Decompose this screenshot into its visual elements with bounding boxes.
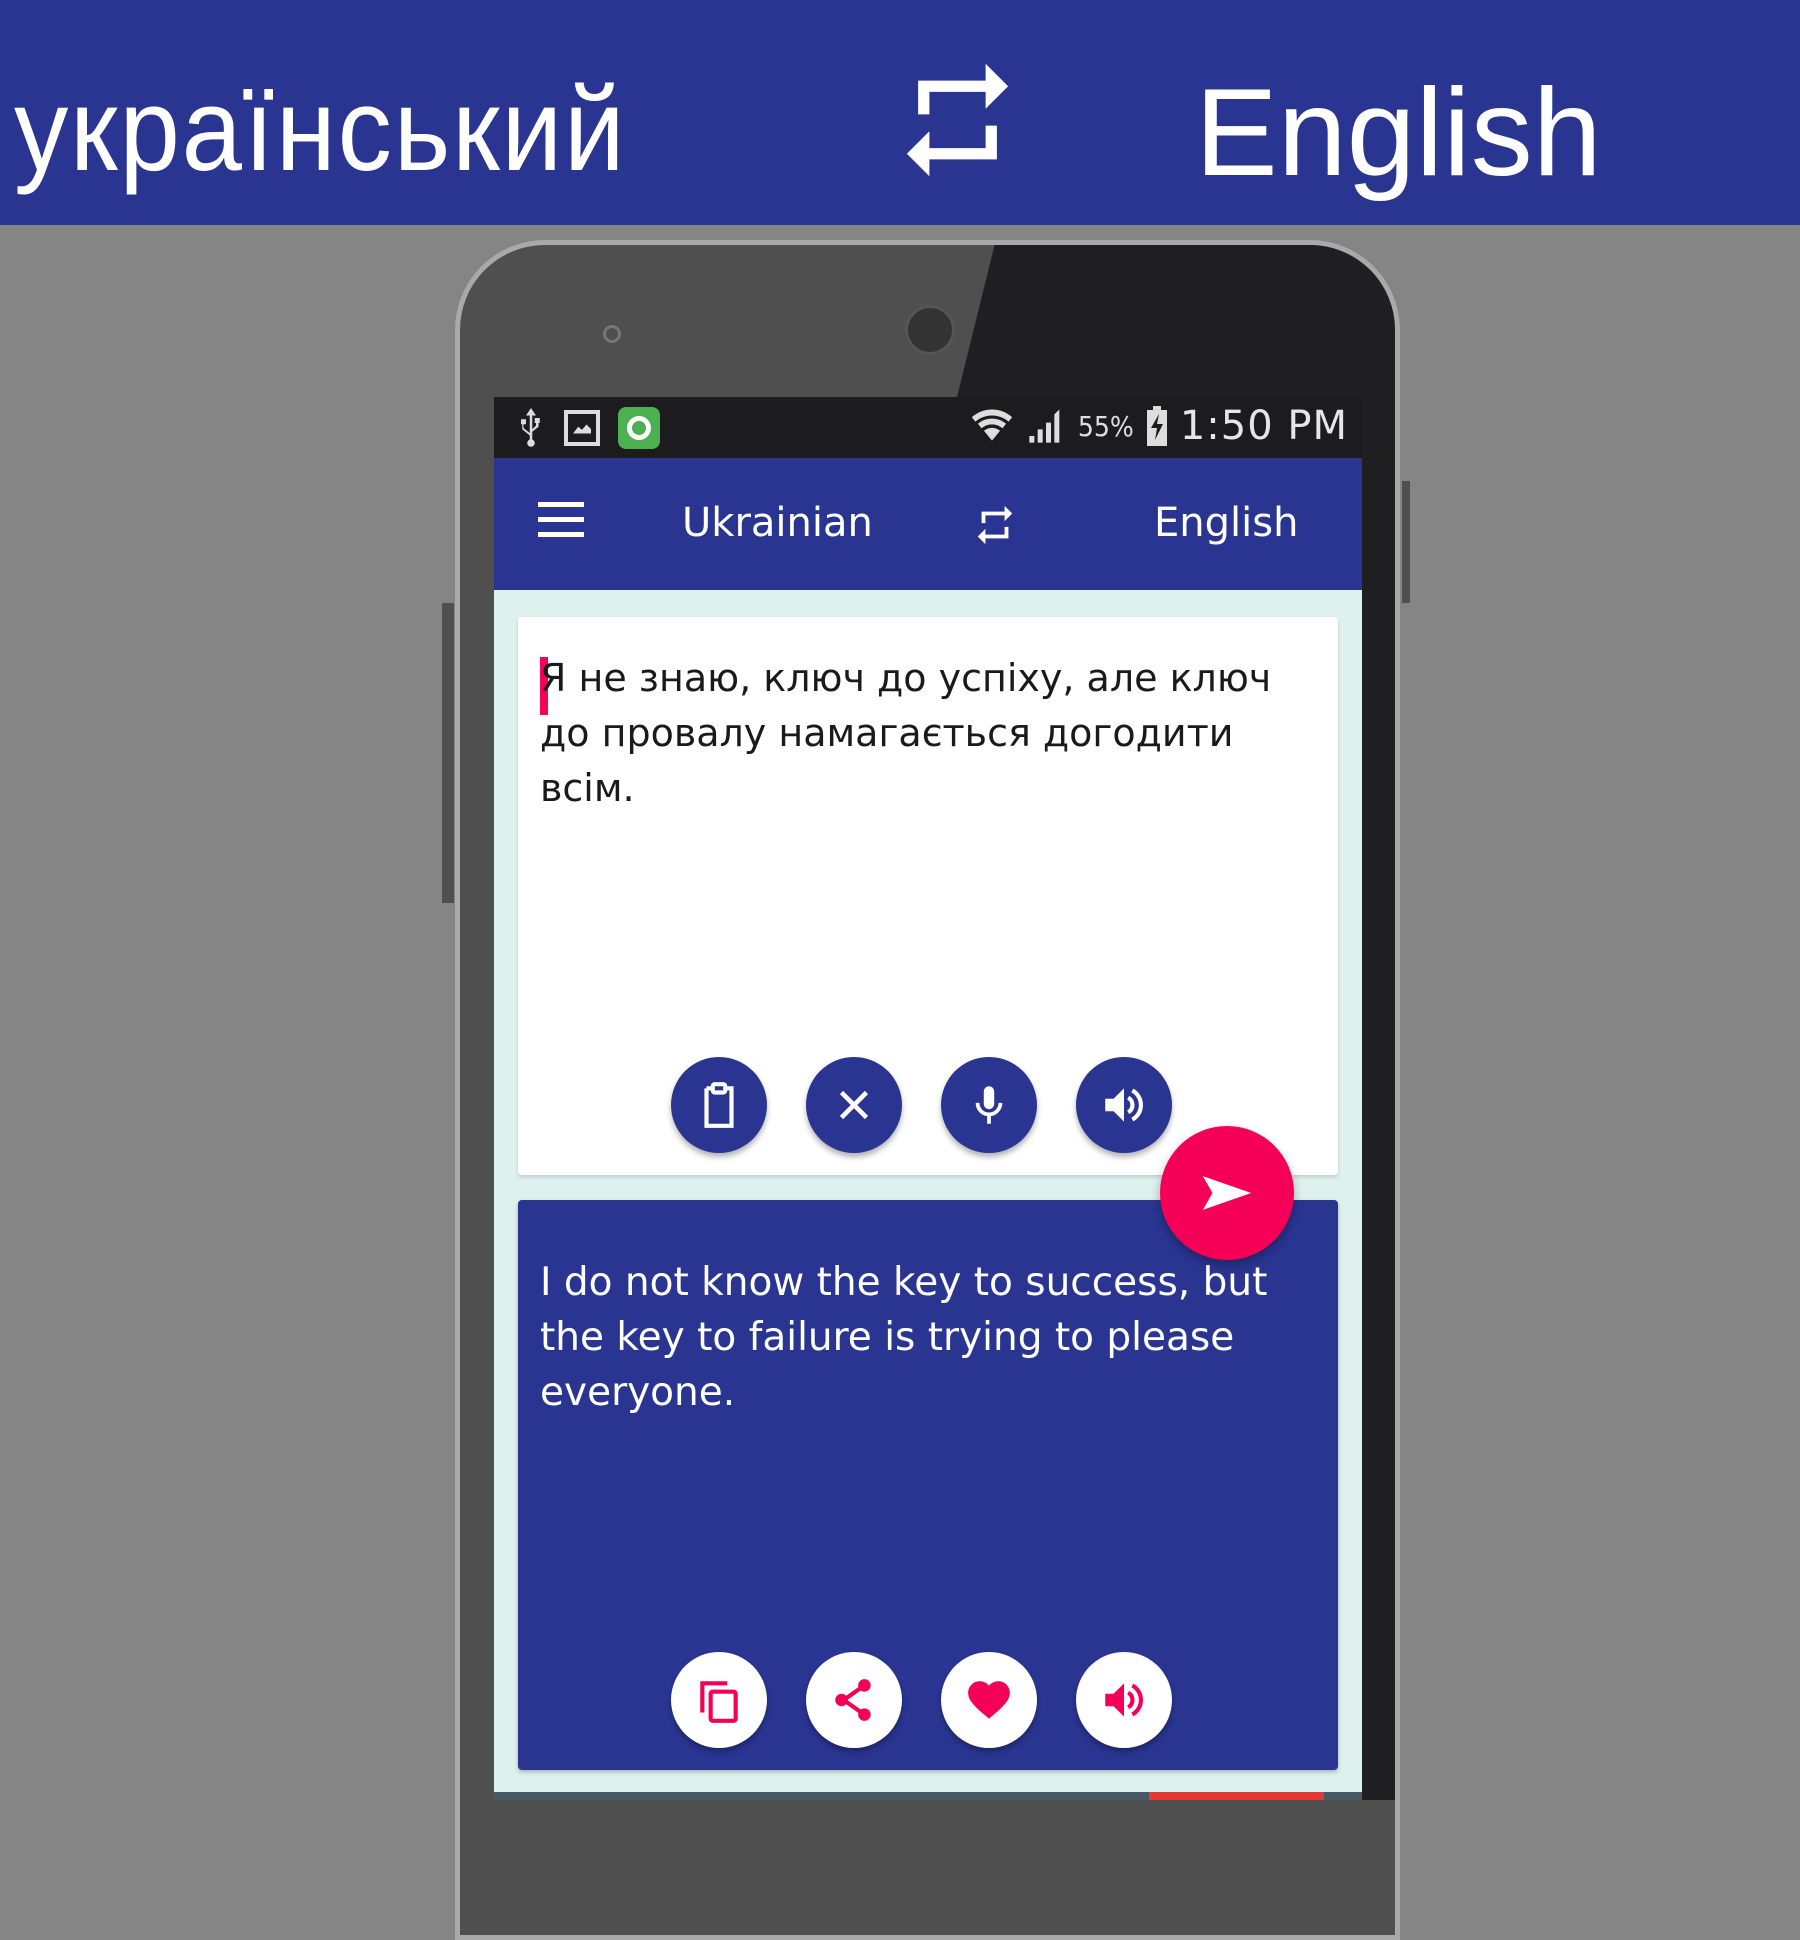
phone-sensor xyxy=(603,325,621,343)
speak-input-button[interactable] xyxy=(1076,1057,1172,1153)
translate-button[interactable] xyxy=(1160,1126,1294,1260)
battery-charging-icon xyxy=(1146,406,1167,446)
promo-banner: український English xyxy=(0,0,1800,225)
phone-glare xyxy=(955,245,1395,405)
phone-volume-button xyxy=(442,603,454,903)
speaker-icon xyxy=(1105,1088,1143,1122)
close-icon xyxy=(839,1090,869,1120)
phone-power-button xyxy=(1402,481,1410,603)
share-icon xyxy=(835,1679,871,1721)
translated-text: I do not know the key to success, but th… xyxy=(540,1260,1268,1415)
target-language-selector[interactable]: English xyxy=(1154,500,1298,546)
output-card: I do not know the key to success, but th… xyxy=(518,1200,1338,1770)
swap-arrows-icon[interactable] xyxy=(972,500,1018,550)
clock: 1:50 PM xyxy=(1179,403,1348,449)
usb-icon xyxy=(521,408,540,447)
battery-percent: 55% xyxy=(1077,409,1134,443)
clear-button[interactable] xyxy=(806,1057,902,1153)
copy-button[interactable] xyxy=(671,1652,767,1748)
signal-icon xyxy=(1029,409,1060,443)
bottom-strip xyxy=(494,1792,1362,1800)
copy-icon xyxy=(700,1681,738,1723)
phone-front-camera xyxy=(905,305,955,355)
heart-icon xyxy=(968,1681,1010,1719)
paste-button[interactable] xyxy=(671,1057,767,1153)
share-button[interactable] xyxy=(806,1652,902,1748)
banner-target-language: English xyxy=(1195,64,1602,202)
hamburger-menu-icon[interactable] xyxy=(538,502,584,542)
swap-arrows-icon xyxy=(906,63,1009,177)
output-actions xyxy=(671,1652,1172,1748)
microphone-button[interactable] xyxy=(941,1057,1037,1153)
clipboard-icon xyxy=(704,1082,734,1128)
app-bar: Ukrainian English xyxy=(494,458,1362,590)
source-text-input[interactable]: Я не знаю, ключ до успіху, але ключ до п… xyxy=(540,651,1320,816)
source-language-selector[interactable]: Ukrainian xyxy=(682,500,873,546)
bottom-accent xyxy=(1149,1792,1324,1800)
microphone-icon xyxy=(975,1086,1003,1124)
phone-screen: 55% 1:50 PM Ukrainian English Я не знаю,… xyxy=(494,397,1362,1800)
speaker-icon xyxy=(1105,1683,1143,1717)
speak-output-button[interactable] xyxy=(1076,1652,1172,1748)
input-actions xyxy=(671,1057,1172,1153)
image-icon xyxy=(564,410,600,446)
send-icon xyxy=(1202,1176,1252,1210)
status-bar: 55% 1:50 PM xyxy=(494,397,1362,458)
banner-source-language: український xyxy=(14,64,627,196)
favorite-button[interactable] xyxy=(941,1652,1037,1748)
input-card: Я не знаю, ключ до успіху, але ключ до п… xyxy=(518,617,1338,1175)
app-notification-icon xyxy=(618,407,660,449)
phone-bezel-right xyxy=(1362,390,1395,1800)
wifi-icon xyxy=(971,409,1012,441)
